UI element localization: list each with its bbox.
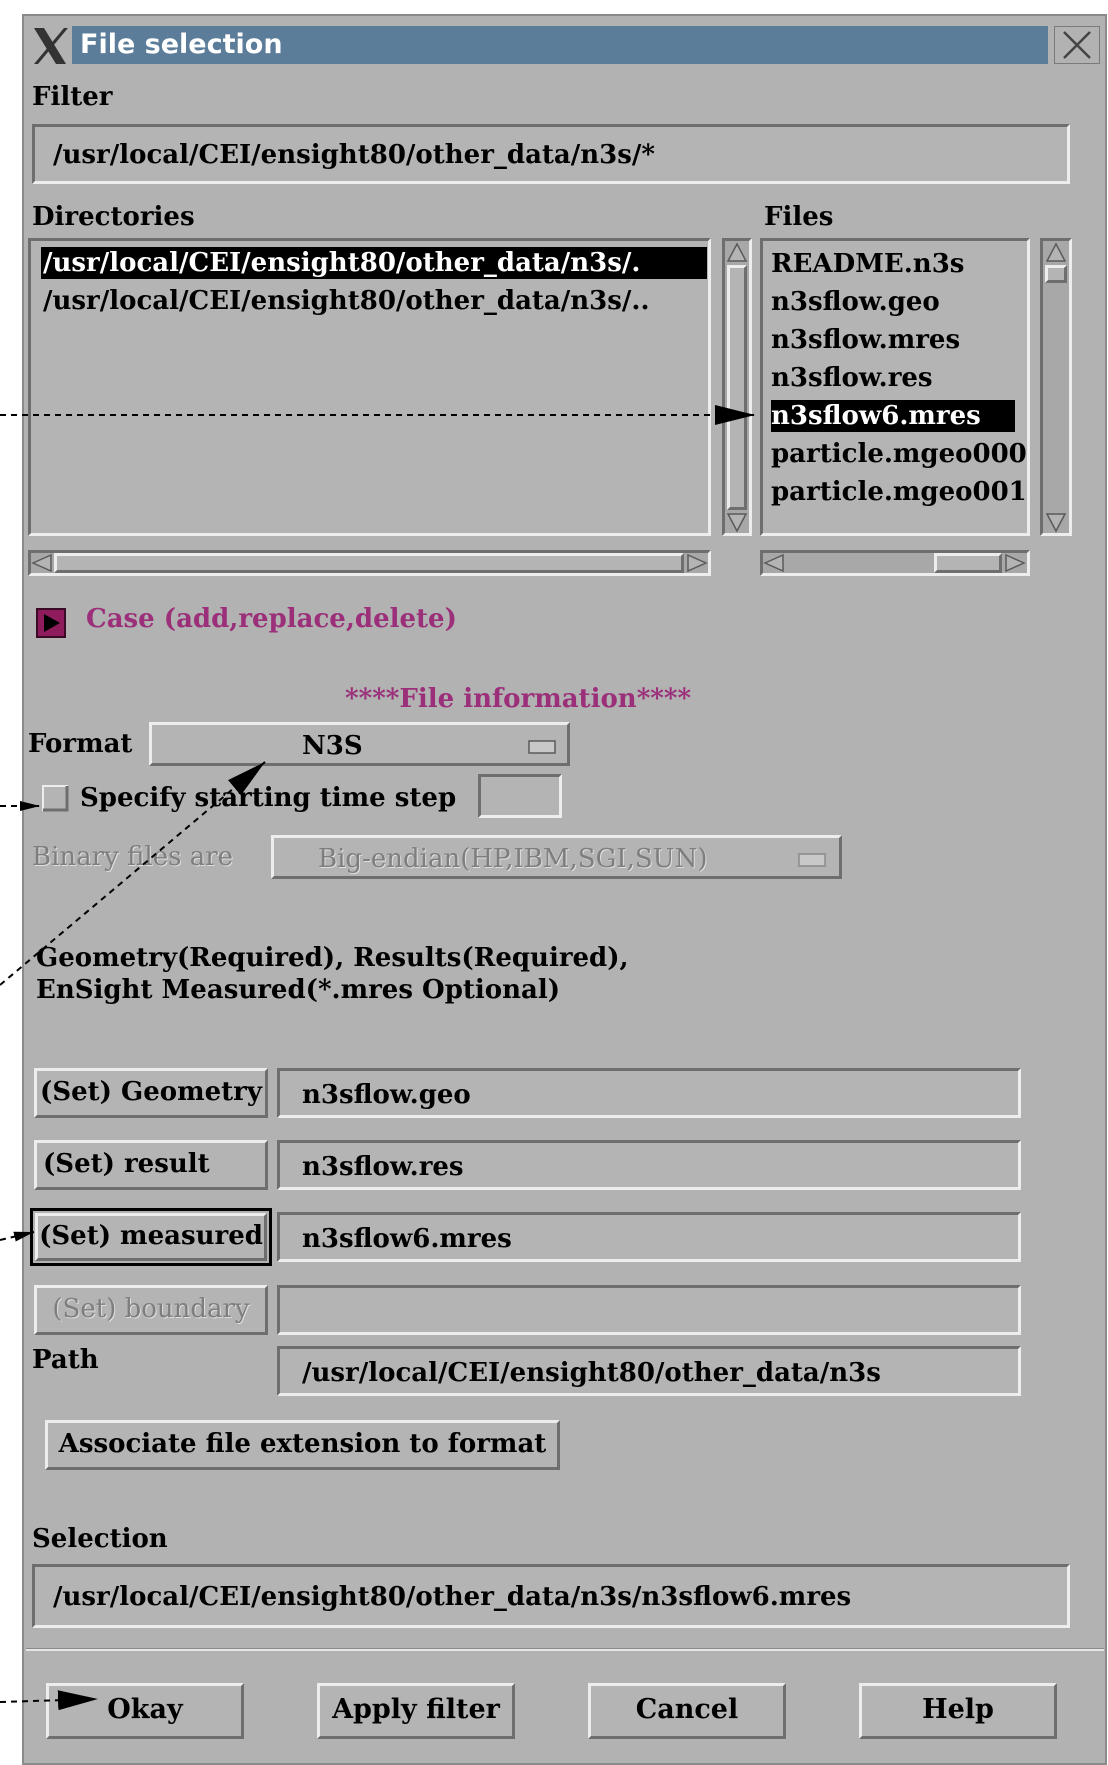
file-item-selected[interactable]: n3sflow6.mres — [771, 400, 1015, 432]
file-item[interactable]: particle.mgeo000 — [771, 438, 1027, 470]
file-item[interactable]: n3sflow.res — [771, 362, 933, 394]
window-title: File selection — [72, 26, 1048, 64]
file-information-heading: ****File information**** — [345, 684, 692, 714]
directories-hscroll-thumb[interactable] — [54, 553, 684, 573]
boundary-file-field[interactable] — [277, 1285, 1021, 1335]
starting-time-step-input[interactable] — [478, 774, 562, 818]
file-item[interactable]: n3sflow.geo — [771, 286, 940, 318]
specify-starting-time-step-label[interactable]: Specify starting time step — [80, 783, 456, 813]
path-label: Path — [32, 1345, 99, 1375]
filter-input[interactable]: /usr/local/CEI/ensight80/other_data/n3s/… — [32, 124, 1070, 184]
help-button[interactable]: Help — [859, 1683, 1057, 1739]
expand-arrow-icon[interactable] — [36, 608, 66, 638]
set-geometry-button[interactable]: (Set) Geometry — [34, 1068, 268, 1118]
path-field[interactable]: /usr/local/CEI/ensight80/other_data/n3s — [277, 1346, 1021, 1396]
filter-label: Filter — [32, 82, 113, 112]
binary-files-label: Binary files are — [32, 842, 234, 872]
measured-file-field[interactable]: n3sflow6.mres — [277, 1212, 1021, 1262]
geometry-file-value: n3sflow.geo — [302, 1080, 471, 1110]
file-item[interactable]: n3sflow.mres — [771, 324, 960, 356]
requirements-text-line1: Geometry(Required), Results(Required), — [36, 943, 629, 973]
cancel-button[interactable]: Cancel — [588, 1683, 786, 1739]
dropdown-indicator-icon — [528, 740, 556, 754]
scroll-right-arrow-icon[interactable] — [686, 553, 708, 573]
result-file-value: n3sflow.res — [302, 1152, 464, 1182]
directories-scroll-thumb[interactable] — [727, 265, 747, 510]
format-dropdown[interactable]: N3S — [149, 722, 570, 766]
selection-input-value: /usr/local/CEI/ensight80/other_data/n3s/… — [53, 1582, 852, 1612]
scroll-right-arrow-icon[interactable] — [1004, 553, 1026, 573]
binary-format-value: Big-endian(HP,IBM,SGI,SUN) — [318, 844, 708, 874]
selection-input[interactable]: /usr/local/CEI/ensight80/other_data/n3s/… — [32, 1564, 1070, 1628]
scroll-down-arrow-icon[interactable] — [1044, 510, 1068, 534]
directories-list[interactable]: /usr/local/CEI/ensight80/other_data/n3s/… — [28, 238, 711, 536]
files-list[interactable]: README.n3s n3sflow.geo n3sflow.mres n3sf… — [760, 238, 1030, 536]
scroll-up-arrow-icon[interactable] — [725, 241, 749, 265]
format-dropdown-value: N3S — [302, 731, 363, 761]
files-scroll-thumb[interactable] — [1045, 265, 1067, 283]
path-value: /usr/local/CEI/ensight80/other_data/n3s — [302, 1358, 881, 1388]
set-boundary-button[interactable]: (Set) boundary — [34, 1285, 268, 1335]
scroll-left-arrow-icon[interactable] — [763, 553, 785, 573]
result-file-field[interactable]: n3sflow.res — [277, 1140, 1021, 1190]
filter-input-value: /usr/local/CEI/ensight80/other_data/n3s/… — [53, 140, 655, 170]
apply-filter-button[interactable]: Apply filter — [317, 1683, 515, 1739]
set-result-button[interactable]: (Set) result — [34, 1140, 268, 1190]
scroll-down-arrow-icon[interactable] — [725, 510, 749, 534]
geometry-file-field[interactable]: n3sflow.geo — [277, 1068, 1021, 1118]
files-hscroll-thumb[interactable] — [934, 553, 1002, 573]
directories-label: Directories — [32, 202, 195, 232]
measured-file-value: n3sflow6.mres — [302, 1224, 512, 1254]
associate-file-extension-button[interactable]: Associate file extension to format — [45, 1420, 560, 1470]
set-measured-button[interactable]: (Set) measured — [35, 1213, 267, 1261]
okay-button[interactable]: Okay — [46, 1683, 244, 1739]
directory-item[interactable]: /usr/local/CEI/ensight80/other_data/n3s/… — [41, 247, 707, 279]
close-icon[interactable] — [1054, 26, 1100, 64]
binary-format-dropdown[interactable]: Big-endian(HP,IBM,SGI,SUN) — [271, 835, 842, 879]
checkbox-icon[interactable] — [42, 785, 69, 812]
requirements-text-line2: EnSight Measured(*.mres Optional) — [36, 975, 561, 1005]
dropdown-indicator-icon — [798, 853, 826, 867]
selection-label: Selection — [32, 1524, 168, 1554]
file-item[interactable]: README.n3s — [771, 248, 964, 280]
directory-item[interactable]: /usr/local/CEI/ensight80/other_data/n3s/… — [41, 285, 650, 317]
button-bar-separator — [26, 1648, 1104, 1651]
files-label: Files — [764, 202, 834, 232]
scroll-up-arrow-icon[interactable] — [1044, 241, 1068, 265]
case-toggle-label[interactable]: Case (add,replace,delete) — [86, 604, 457, 634]
format-label: Format — [28, 729, 133, 759]
scroll-left-arrow-icon[interactable] — [31, 553, 53, 573]
file-item[interactable]: particle.mgeo001 — [771, 476, 1027, 508]
x-window-icon[interactable] — [30, 24, 70, 68]
